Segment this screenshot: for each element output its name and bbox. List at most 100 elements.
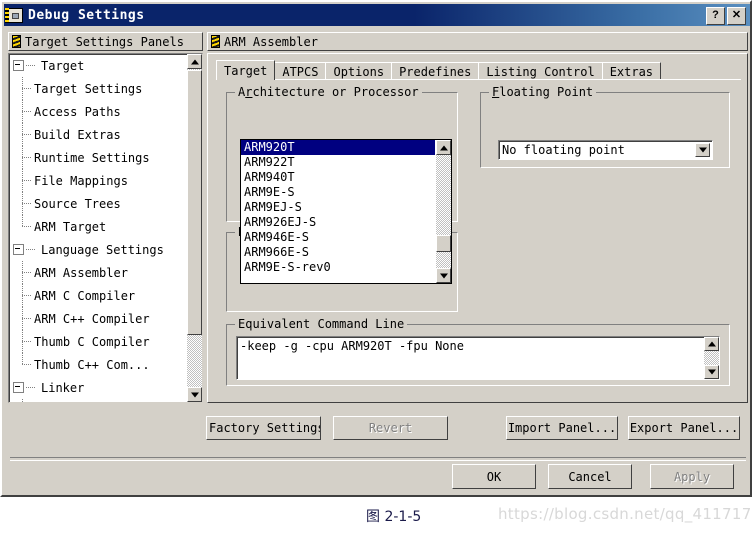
import-panel-button[interactable]: Import Panel... bbox=[506, 416, 618, 440]
command-line-value: -keep -g -cpu ARM920T -fpu None bbox=[240, 339, 464, 353]
tree-item-arm-linker[interactable]: ARM Linker bbox=[9, 399, 202, 402]
scroll-thumb[interactable] bbox=[436, 235, 451, 252]
tree-collapse-icon[interactable] bbox=[13, 244, 24, 255]
tree-item-label: ARM C Compiler bbox=[34, 288, 136, 303]
scroll-down-arrow-icon[interactable] bbox=[436, 268, 451, 283]
tree-connector bbox=[26, 65, 36, 66]
tree-connector bbox=[22, 272, 32, 273]
tree-item-source-trees[interactable]: Source Trees bbox=[9, 192, 202, 215]
tree-connector bbox=[22, 399, 23, 402]
cancel-button[interactable]: Cancel bbox=[548, 464, 632, 489]
command-line-scrollbar[interactable] bbox=[704, 337, 719, 379]
tree-item-thumb-c-com[interactable]: Thumb C++ Com... bbox=[9, 353, 202, 376]
tab-target[interactable]: Target bbox=[216, 60, 276, 80]
scroll-down-arrow-icon[interactable] bbox=[704, 365, 719, 379]
tree-item-label: Build Extras bbox=[34, 127, 121, 142]
factory-settings-button[interactable]: Factory Settings bbox=[206, 416, 321, 440]
tab-underline bbox=[216, 79, 741, 80]
title-bar[interactable]: Debug Settings ? ✕ bbox=[4, 4, 750, 26]
dropdown-option[interactable]: ARM9E-S bbox=[241, 185, 435, 200]
tree-connector bbox=[22, 203, 32, 204]
scroll-down-arrow-icon[interactable] bbox=[187, 387, 202, 402]
tab-atpcs[interactable]: ATPCS bbox=[274, 62, 327, 80]
tree-connector bbox=[22, 364, 32, 365]
floating-point-combo[interactable]: No floating point bbox=[498, 140, 713, 160]
tree-vertical-scrollbar[interactable] bbox=[187, 54, 202, 402]
watermark-text: https://blog.csdn.net/qq_41171755 bbox=[498, 505, 752, 523]
right-panel-title: ARM Assembler bbox=[224, 34, 318, 49]
tree-item-label: Target Settings bbox=[34, 81, 143, 96]
title-bar-buttons: ? ✕ bbox=[706, 7, 746, 25]
tree-connector bbox=[22, 341, 32, 342]
tree-item-arm-target[interactable]: ARM Target bbox=[9, 215, 202, 238]
tree-item-arm-c-compiler[interactable]: ARM C Compiler bbox=[9, 284, 202, 307]
floating-point-group-label: Floating Point bbox=[489, 85, 597, 99]
tree-connector bbox=[22, 318, 32, 319]
close-icon[interactable]: ✕ bbox=[727, 7, 746, 25]
dropdown-option[interactable]: ARM926EJ-S bbox=[241, 215, 435, 230]
tree-connector bbox=[22, 180, 32, 181]
debug-settings-dialog: Debug Settings ? ✕ Target Settings Panel… bbox=[0, 0, 752, 497]
dropdown-option[interactable]: ARM920T bbox=[241, 140, 435, 155]
dropdown-option[interactable]: ARM9EJ-S bbox=[241, 200, 435, 215]
tree-item-target[interactable]: Target bbox=[9, 54, 202, 77]
tree-connector bbox=[22, 226, 32, 227]
ok-button[interactable]: OK bbox=[452, 464, 536, 489]
tab-listing-control[interactable]: Listing Control bbox=[478, 62, 603, 80]
export-panel-button[interactable]: Export Panel... bbox=[628, 416, 740, 440]
tree-connector bbox=[22, 111, 32, 112]
help-icon[interactable]: ? bbox=[706, 7, 725, 25]
window-title: Debug Settings bbox=[28, 7, 145, 23]
tree-item-arm-assembler[interactable]: ARM Assembler bbox=[9, 261, 202, 284]
tab-extras[interactable]: Extras bbox=[601, 62, 662, 80]
tree-item-label: File Mappings bbox=[34, 173, 128, 188]
tree-item-target-settings[interactable]: Target Settings bbox=[9, 77, 202, 100]
document-settings-icon bbox=[5, 7, 23, 23]
tree-connector bbox=[22, 88, 32, 89]
tree-connector bbox=[22, 134, 32, 135]
scroll-up-arrow-icon[interactable] bbox=[436, 140, 451, 155]
command-line-textarea[interactable]: -keep -g -cpu ARM920T -fpu None bbox=[236, 336, 720, 380]
tree-item-arm-c-compiler[interactable]: ARM C++ Compiler bbox=[9, 307, 202, 330]
scroll-up-arrow-icon[interactable] bbox=[704, 337, 719, 351]
tab-strip: Target ATPCS Options Predefines Listing Cont… bbox=[216, 60, 662, 80]
tab-options[interactable]: Options bbox=[325, 62, 393, 80]
tree-item-linker[interactable]: Linker bbox=[9, 376, 202, 399]
right-panel-header: ARM Assembler bbox=[207, 32, 748, 51]
tree-item-label: Linker bbox=[41, 380, 85, 395]
tree-item-file-mappings[interactable]: File Mappings bbox=[9, 169, 202, 192]
tree-item-build-extras[interactable]: Build Extras bbox=[9, 123, 202, 146]
scroll-track[interactable] bbox=[704, 351, 719, 365]
dropdown-option[interactable]: ARM946E-S bbox=[241, 230, 435, 245]
tree-item-thumb-c-compiler[interactable]: Thumb C Compiler bbox=[9, 330, 202, 353]
tree-item-runtime-settings[interactable]: Runtime Settings bbox=[9, 146, 202, 169]
tree-node-list: Target Target Settings Access Paths Build E… bbox=[9, 54, 202, 402]
separator bbox=[10, 457, 746, 461]
architecture-dropdown-list[interactable]: ARM920T ARM922T ARM940T ARM9E-S ARM9EJ-S ARM9… bbox=[240, 139, 452, 284]
dropdown-option[interactable]: ARM940T bbox=[241, 170, 435, 185]
dropdown-option[interactable]: ARM966E-S bbox=[241, 245, 435, 260]
settings-tree[interactable]: Target Target Settings Access Paths Build E… bbox=[8, 53, 203, 403]
panel-icon bbox=[12, 35, 21, 48]
chevron-down-icon[interactable] bbox=[695, 143, 710, 157]
tree-collapse-icon[interactable] bbox=[13, 60, 24, 71]
tree-connector bbox=[22, 295, 32, 296]
tree-connector bbox=[26, 249, 36, 250]
tree-item-label: Runtime Settings bbox=[34, 150, 150, 165]
figure-caption: 图 2-1-5 bbox=[366, 509, 422, 525]
scroll-up-arrow-icon[interactable] bbox=[187, 54, 202, 69]
tree-item-language-settings[interactable]: Language Settings bbox=[9, 238, 202, 261]
tree-collapse-icon[interactable] bbox=[13, 382, 24, 393]
scroll-thumb[interactable] bbox=[187, 70, 202, 335]
tree-item-label: Target bbox=[41, 58, 85, 73]
tab-predefines[interactable]: Predefines bbox=[391, 62, 480, 80]
tree-item-label: ARM Target bbox=[34, 219, 107, 234]
tree-item-access-paths[interactable]: Access Paths bbox=[9, 100, 202, 123]
tree-item-label: Access Paths bbox=[34, 104, 121, 119]
dropdown-option[interactable]: ARM922T bbox=[241, 155, 435, 170]
left-panel-title: Target Settings Panels bbox=[25, 34, 184, 49]
left-panel-header: Target Settings Panels bbox=[8, 32, 203, 51]
dropdown-scrollbar[interactable] bbox=[436, 140, 451, 283]
dropdown-option[interactable]: ARM9E-S-rev0 bbox=[241, 260, 435, 275]
architecture-group-label: Architecture or Processor bbox=[235, 85, 422, 99]
